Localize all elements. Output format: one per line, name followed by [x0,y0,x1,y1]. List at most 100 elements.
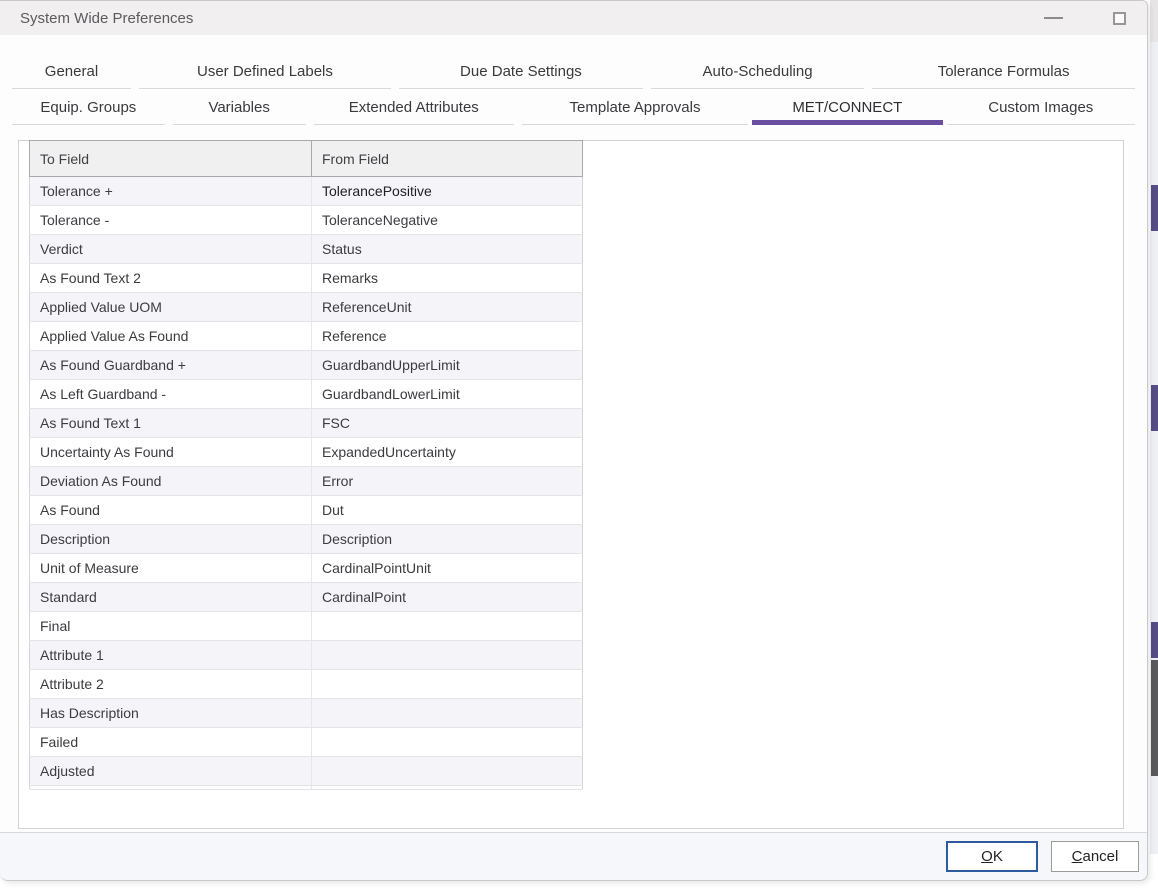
to-field-cell[interactable]: As Found Text 1 [30,409,312,438]
from-field-cell[interactable]: Remarks [312,264,583,293]
to-field-cell[interactable]: Deviation As Found [30,467,312,496]
to-field-cell[interactable]: Attribute 1 [30,641,312,670]
tab-label: Template Approvals [570,99,701,116]
from-field-cell[interactable] [312,728,583,757]
from-field-cell[interactable]: TolerancePositive [312,177,583,206]
minimize-icon [1044,17,1063,19]
maximize-button[interactable] [1107,6,1131,30]
dialog-footer: OK Cancel [0,832,1147,880]
from-field-cell[interactable] [312,670,583,699]
field-mapping-table: To FieldFrom Field Tolerance +ToleranceP… [29,140,583,790]
minimize-button[interactable] [1041,6,1065,30]
background-dark-block [1151,660,1158,776]
to-field-cell[interactable]: Attribute 2 [30,670,312,699]
tab-variables[interactable]: Variables [169,89,310,125]
to-field-cell[interactable]: As Found [30,496,312,525]
background-edge-top [1150,0,1158,42]
tab-label: Tolerance Formulas [938,63,1070,80]
tab-label: Variables [208,99,269,116]
to-field-cell[interactable]: Final [30,612,312,641]
tab-content-area: To FieldFrom Field Tolerance +ToleranceP… [0,125,1147,830]
background-accent-block [1151,622,1158,658]
from-field-cell[interactable]: GuardbandUpperLimit [312,351,583,380]
table-row: As FoundDut [30,496,583,525]
background-window-edge [1147,0,1158,890]
field-mapping-header: To FieldFrom Field [30,141,583,177]
tab-label: General [45,63,98,80]
from-field-cell[interactable]: GuardbandLowerLimit [312,380,583,409]
from-field-cell[interactable]: ReferenceUnit [312,293,583,322]
tab-label: User Defined Labels [197,63,333,80]
from-field-cell[interactable]: ExpandedUncertainty [312,438,583,467]
tab-label: Due Date Settings [460,63,582,80]
from-field-cell[interactable]: CardinalPointUnit [312,554,583,583]
from-field-cell[interactable]: Error [312,467,583,496]
from-field-cell[interactable]: CardinalPoint [312,583,583,612]
background-accent-block [1151,185,1158,231]
tab-tolerance-formulas[interactable]: Tolerance Formulas [868,53,1139,89]
title-bar[interactable]: System Wide Preferences [0,1,1147,35]
from-field-cell[interactable]: FSC [312,409,583,438]
to-field-cell[interactable]: Unit of Measure [30,554,312,583]
tab-met-connect[interactable]: MET/CONNECT [752,89,942,125]
tab-custom-images[interactable]: Custom Images [943,89,1139,125]
table-row: Applied Value UOMReferenceUnit [30,293,583,322]
table-row: Attribute 1 [30,641,583,670]
tab-extended-attributes[interactable]: Extended Attributes [310,89,518,125]
tab-row-2: Equip. Groups Variables Extended Attribute… [0,89,1147,125]
table-row: Uncertainty As FoundExpandedUncertainty [30,438,583,467]
empty-cell [312,786,583,790]
table-row: Final [30,612,583,641]
column-header-from-field[interactable]: From Field [312,141,583,177]
cancel-button[interactable]: Cancel [1051,841,1139,872]
met-connect-panel: To FieldFrom Field Tolerance +ToleranceP… [18,140,1124,829]
table-row: Tolerance -ToleranceNegative [30,206,583,235]
to-field-cell[interactable]: Standard [30,583,312,612]
header-row: To FieldFrom Field [30,141,583,177]
to-field-cell[interactable]: Uncertainty As Found [30,438,312,467]
table-row: As Found Text 1FSC [30,409,583,438]
from-field-cell[interactable]: Status [312,235,583,264]
to-field-cell[interactable]: Applied Value As Found [30,322,312,351]
to-field-cell[interactable]: Applied Value UOM [30,293,312,322]
table-row: As Left Guardband -GuardbandLowerLimit [30,380,583,409]
from-field-cell[interactable]: Reference [312,322,583,351]
tab-label: Custom Images [988,99,1093,116]
from-field-cell[interactable] [312,612,583,641]
tab-due-date-settings[interactable]: Due Date Settings [395,53,647,89]
from-field-cell[interactable] [312,757,583,786]
window-controls [1041,6,1131,30]
to-field-cell[interactable]: Tolerance + [30,177,312,206]
to-field-cell[interactable]: As Found Guardband + [30,351,312,380]
from-field-cell[interactable] [312,699,583,728]
tab-label: Extended Attributes [349,99,479,116]
table-row: Tolerance +TolerancePositive [30,177,583,206]
from-field-cell[interactable]: ToleranceNegative [312,206,583,235]
tab-general[interactable]: General [8,53,135,89]
to-field-cell[interactable]: Verdict [30,235,312,264]
window-title: System Wide Preferences [20,10,193,27]
tab-label: MET/CONNECT [792,99,902,116]
to-field-cell[interactable]: Has Description [30,699,312,728]
to-field-cell[interactable]: Adjusted [30,757,312,786]
tab-template-approvals[interactable]: Template Approvals [518,89,752,125]
table-row: Unit of MeasureCardinalPointUnit [30,554,583,583]
tab-equip-groups[interactable]: Equip. Groups [8,89,169,125]
ok-button[interactable]: OK [946,841,1038,872]
tab-label: Auto-Scheduling [703,63,813,80]
tab-user-defined-labels[interactable]: User Defined Labels [135,53,395,89]
from-field-cell[interactable] [312,641,583,670]
preferences-tab-strip: General User Defined Labels Due Date Setti… [0,53,1147,125]
from-field-cell[interactable]: Dut [312,496,583,525]
column-header-to-field[interactable]: To Field [30,141,312,177]
to-field-cell[interactable]: Failed [30,728,312,757]
maximize-icon [1113,12,1126,25]
to-field-cell[interactable]: As Found Text 2 [30,264,312,293]
to-field-cell[interactable]: Description [30,525,312,554]
tab-auto-scheduling[interactable]: Auto-Scheduling [647,53,868,89]
from-field-cell[interactable]: Description [312,525,583,554]
to-field-cell[interactable]: As Left Guardband - [30,380,312,409]
table-row: As Found Guardband +GuardbandUpperLimit [30,351,583,380]
table-row: VerdictStatus [30,235,583,264]
to-field-cell[interactable]: Tolerance - [30,206,312,235]
